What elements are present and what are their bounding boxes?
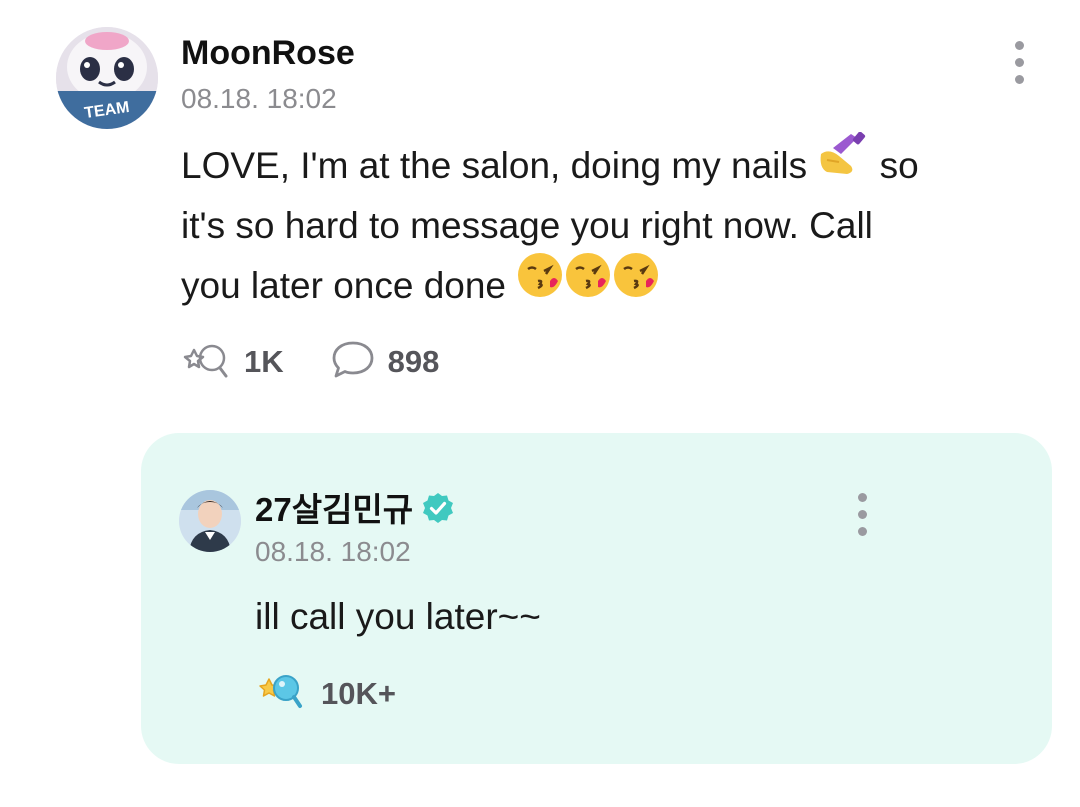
reply-more-options-icon[interactable] [855, 493, 869, 536]
comment-bubble-icon [330, 339, 376, 386]
artist-reply-card[interactable]: 27살김민규 08.18. 18:02 ill call you later~~… [141, 433, 1052, 764]
reaction-button[interactable]: 1K [180, 340, 284, 385]
reaction-count: 1K [244, 344, 284, 379]
reply-body: ill call you later~~ [255, 596, 541, 637]
post-body-text: so [869, 145, 919, 186]
post-body-text: you later once done [181, 265, 517, 307]
post-body-line-3: you later once done [181, 253, 1021, 317]
reaction-outline-icon [180, 340, 232, 385]
reaction-filled-icon [257, 671, 305, 716]
reply-reaction-button[interactable]: 10K+ [257, 671, 396, 716]
author-name[interactable]: MoonRose [181, 33, 355, 73]
post-body-text: LOVE, I'm at the salon, doing my nails [181, 145, 818, 186]
reply-author-avatar[interactable] [179, 490, 241, 552]
post-stats: 1K 898 [180, 340, 439, 385]
post: TEAM MoonRose 08.18. 18:02 LOVE, I'm at … [0, 0, 1080, 420]
verified-badge-icon [421, 491, 455, 530]
avatar-image: TEAM [56, 27, 158, 129]
reply-timestamp: 08.18. 18:02 [255, 536, 411, 567]
author-avatar[interactable]: TEAM [56, 27, 158, 129]
reply-author-row: 27살김민규 [255, 490, 455, 530]
post-timestamp: 08.18. 18:02 [181, 83, 337, 114]
post-body: LOVE, I'm at the salon, doing my nails s… [181, 131, 1021, 317]
nail-polish-emoji-icon [817, 131, 869, 196]
reply-author-name[interactable]: 27살김민규 [255, 490, 413, 530]
kissing-face-emoji-icon [516, 251, 664, 317]
reply-reaction-count: 10K+ [321, 675, 396, 711]
comment-button[interactable]: 898 [330, 339, 440, 386]
post-body-line-2: it's so hard to message you right now. C… [181, 205, 873, 247]
comment-count: 898 [387, 344, 440, 379]
post-body-line-1: LOVE, I'm at the salon, doing my nails s… [181, 131, 1021, 196]
post-more-options-icon[interactable] [1012, 41, 1026, 84]
reply-avatar-image [179, 490, 241, 552]
